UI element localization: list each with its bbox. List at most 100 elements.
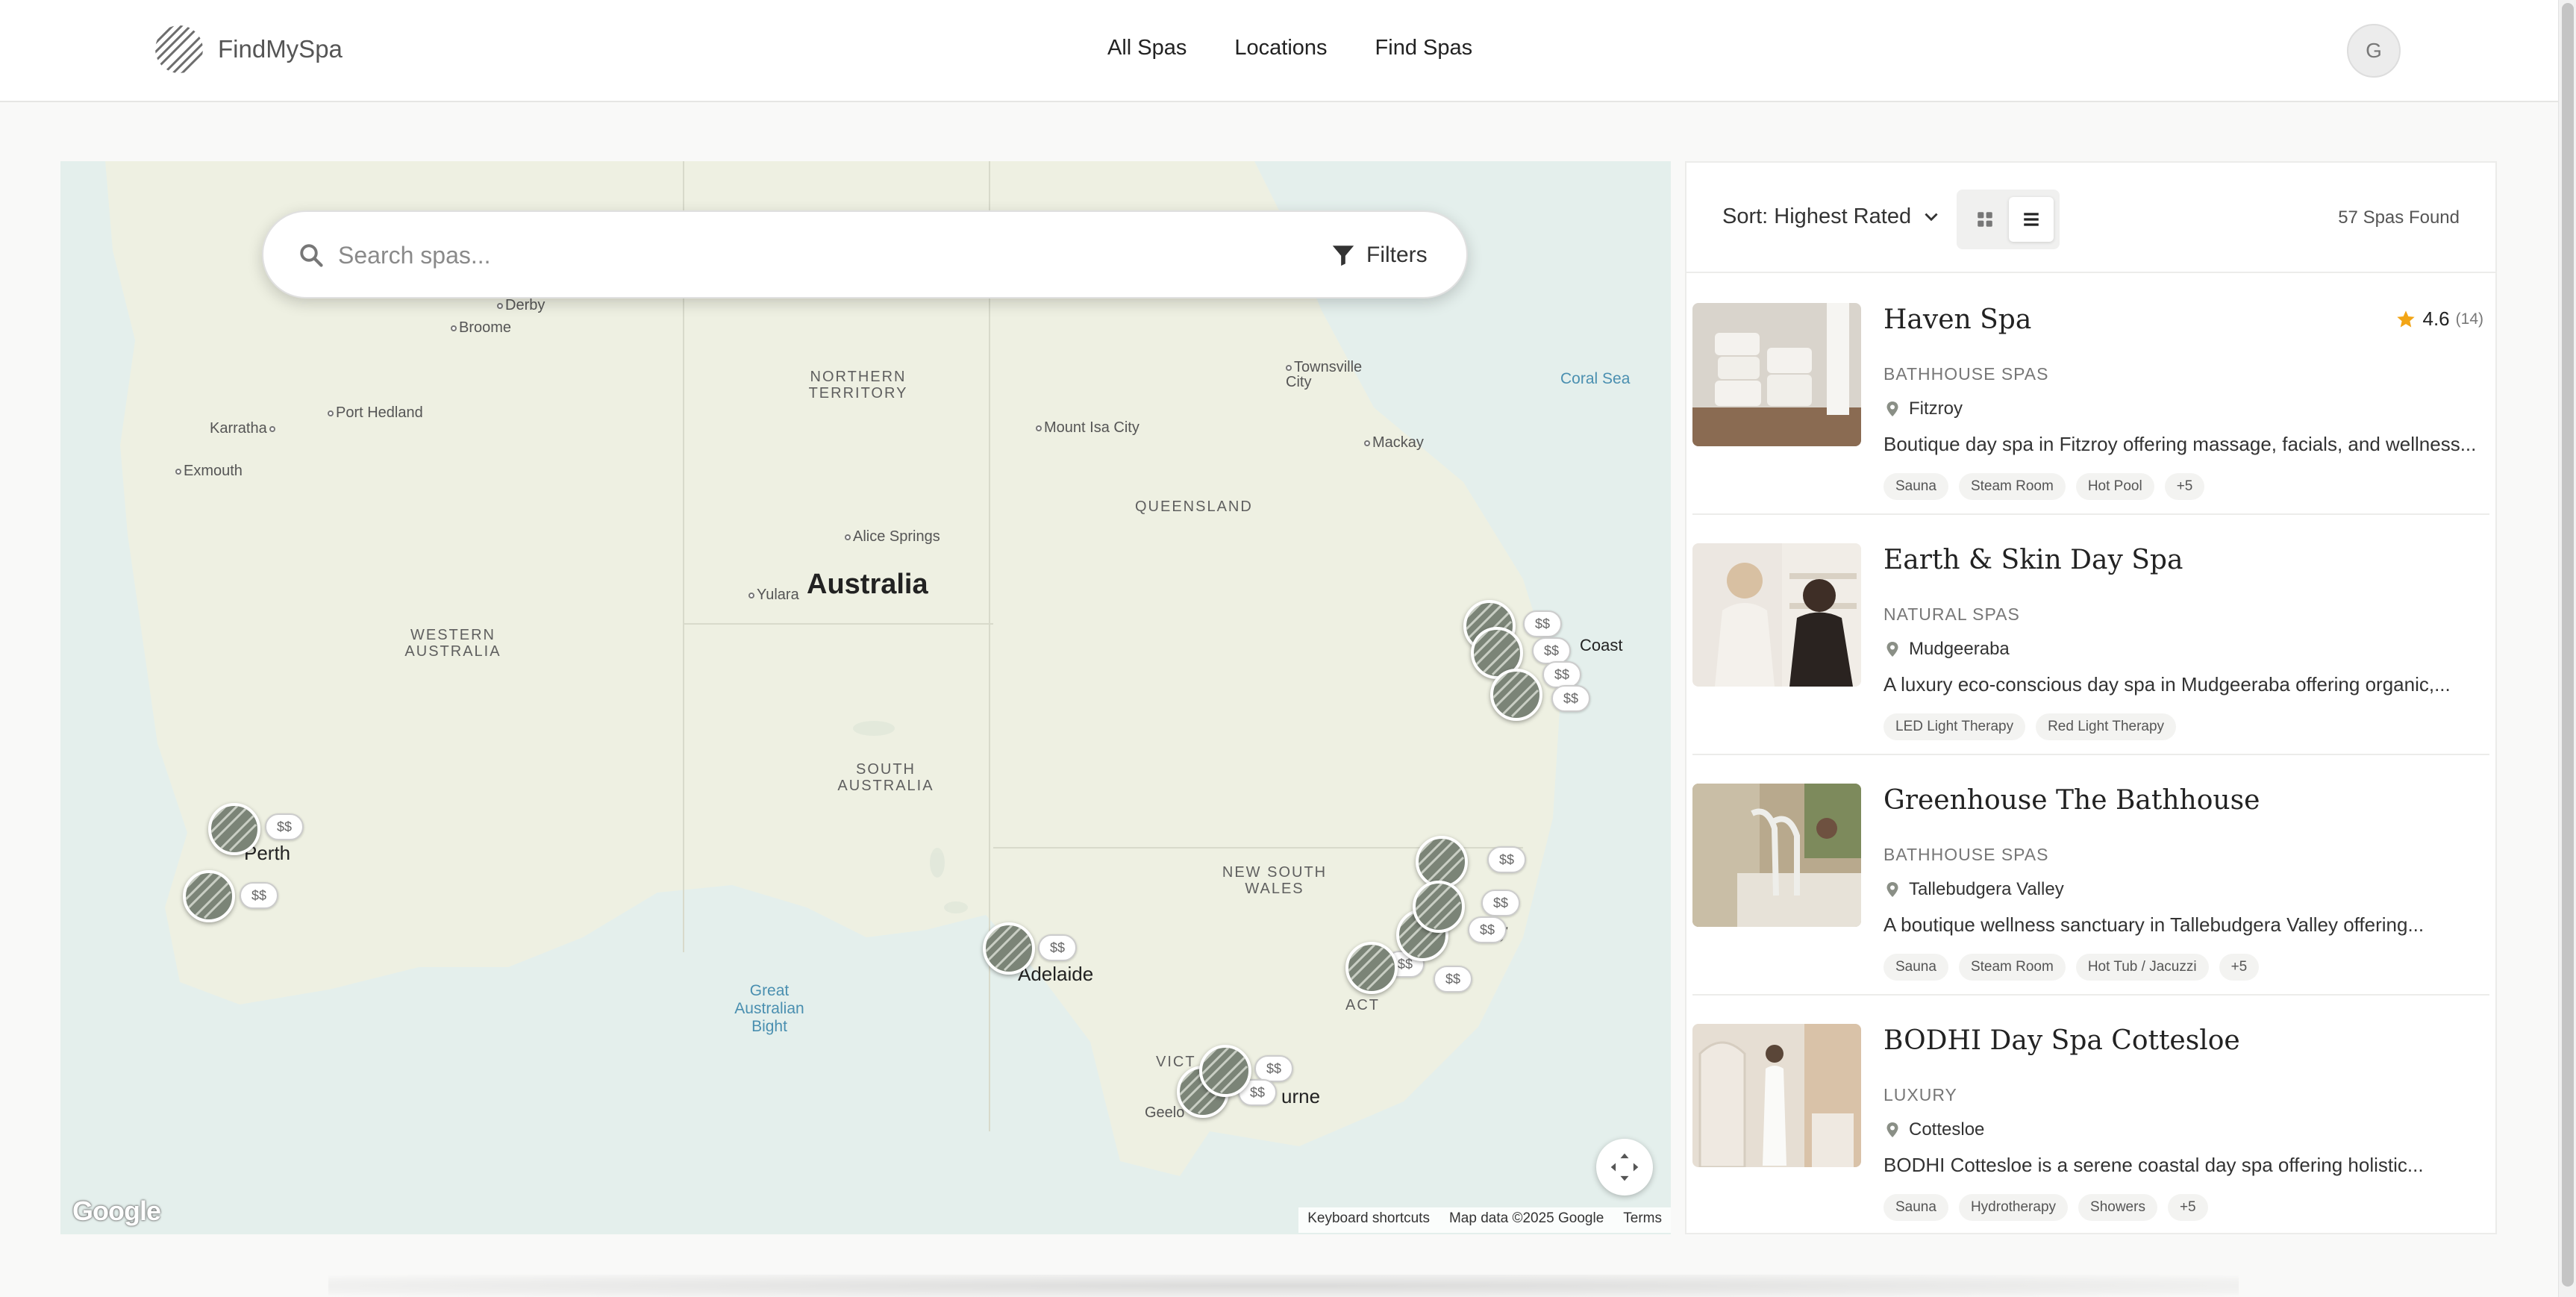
top-header: FindMySpa All Spas Locations Find Spas G	[0, 0, 2558, 102]
city-alice-springs: Alice Springs	[845, 528, 940, 546]
amenity-tag: Hydrotherapy	[1958, 1194, 2069, 1221]
spa-description: BODHI Cottesloe is a serene coastal day …	[1883, 1154, 2424, 1176]
google-logo[interactable]: Google	[72, 1196, 161, 1227]
user-avatar[interactable]: G	[2347, 24, 2401, 78]
price-label[interactable]: $$	[1468, 916, 1507, 943]
spa-description: A boutique wellness sanctuary in Tallebu…	[1883, 913, 2425, 936]
spa-location: Tallebudgera Valley	[1883, 879, 2064, 900]
location-pin-icon	[1886, 401, 1898, 416]
amenity-tags: Sauna Hydrotherapy Showers +5	[1883, 1194, 2208, 1221]
price-label[interactable]: $$	[1434, 966, 1473, 993]
spa-title[interactable]: BODHI Day Spa Cottesloe	[1883, 1025, 2240, 1056]
amenity-tag: Steam Room	[1958, 954, 2066, 981]
spa-card[interactable]: BODHI Day Spa Cottesloe LUXURY Cottesloe…	[1692, 996, 2489, 1236]
recenter-map-button[interactable]	[1596, 1139, 1653, 1196]
filter-icon	[1332, 246, 1354, 266]
amenity-tags: Sauna Steam Room Hot Tub / Jacuzzi +5	[1883, 954, 2260, 981]
spa-description: A luxury eco-conscious day spa in Mudgee…	[1883, 673, 2451, 696]
price-label[interactable]: $$	[1038, 934, 1078, 961]
spa-card[interactable]: Haven Spa 4.6 (14) BATHHOUSE SPAS Fitzro…	[1692, 275, 2489, 515]
chevron-down-icon	[1925, 213, 1938, 221]
location-name: Fitzroy	[1909, 399, 1963, 419]
australia-land-shape	[60, 161, 1560, 1176]
amenity-tag: Showers	[2078, 1194, 2157, 1221]
price-label[interactable]: $$	[1523, 610, 1563, 637]
price-label[interactable]: $$	[1254, 1055, 1294, 1082]
star-icon	[2397, 310, 2416, 327]
scrollbar-thumb[interactable]	[2562, 3, 2574, 1287]
amenity-tag: Red Light Therapy	[2036, 713, 2177, 740]
spa-category: LUXURY	[1883, 1085, 1957, 1104]
spa-marker[interactable]	[1413, 881, 1465, 933]
spa-location: Cottesloe	[1883, 1119, 1984, 1140]
logo-icon	[155, 25, 203, 73]
city-derby: Derby	[497, 297, 545, 314]
price-label[interactable]: $$	[1532, 637, 1572, 664]
region-act: ACT	[1345, 997, 1380, 1013]
list-view-button[interactable]	[2009, 197, 2054, 242]
spa-category: BATHHOUSE SPAS	[1883, 364, 2049, 384]
keyboard-shortcuts-link[interactable]: Keyboard shortcuts	[1307, 1210, 1430, 1230]
filters-button[interactable]: Filters	[1331, 234, 1428, 276]
sort-dropdown[interactable]: Sort: Highest Rated	[1722, 204, 1941, 229]
region-south-australia: SOUTH AUSTRALIA	[837, 761, 934, 794]
price-label[interactable]: $$	[1481, 890, 1521, 916]
map-attribution: Keyboard shortcuts Map data ©2025 Google…	[1298, 1207, 1671, 1233]
spa-title[interactable]: Haven Spa	[1883, 304, 2031, 335]
footer-shadow	[328, 1275, 2239, 1297]
city-geelong: Geelo	[1145, 1104, 1185, 1121]
brand-logo[interactable]: FindMySpa	[155, 25, 343, 73]
more-tags-badge[interactable]: +5	[2164, 473, 2205, 500]
spa-marker[interactable]	[1199, 1045, 1251, 1097]
spa-marker[interactable]	[208, 803, 260, 855]
nav-all-spas[interactable]: All Spas	[1107, 36, 1187, 60]
map-data-credit: Map data ©2025 Google	[1448, 1210, 1604, 1226]
grid-view-button[interactable]	[1963, 197, 2007, 242]
spa-location: Mudgeeraba	[1883, 639, 2010, 660]
location-pin-icon	[1886, 642, 1898, 657]
location-name: Cottesloe	[1909, 1119, 1985, 1140]
spa-marker[interactable]	[183, 870, 235, 922]
location-name: Mudgeeraba	[1909, 639, 2010, 659]
spa-marker[interactable]	[1345, 942, 1398, 994]
more-tags-badge[interactable]: +5	[2167, 1194, 2208, 1221]
city-karratha: Karratha	[210, 420, 278, 437]
brand-name: FindMySpa	[218, 35, 343, 63]
water-coral-sea: Coral Sea	[1560, 370, 1631, 387]
price-label[interactable]: $$	[1487, 846, 1527, 873]
more-tags-badge[interactable]: +5	[2219, 954, 2260, 981]
city-yulara: Yulara	[748, 587, 799, 604]
nav-locations[interactable]: Locations	[1234, 36, 1327, 60]
price-label[interactable]: $$	[265, 813, 304, 840]
city-adelaide: Adelaide	[1018, 963, 1094, 985]
price-label[interactable]: $$	[1551, 685, 1591, 712]
amenity-tags: LED Light Therapy Red Light Therapy	[1883, 713, 2177, 740]
spa-photo	[1692, 784, 1861, 927]
filters-label: Filters	[1366, 243, 1428, 267]
terms-link[interactable]: Terms	[1623, 1210, 1662, 1230]
review-count: (14)	[2455, 310, 2483, 328]
search-input[interactable]	[338, 234, 1234, 276]
main-nav: All Spas Locations Find Spas	[1107, 36, 1472, 60]
map-view[interactable]: Derby Broome Port Hedland Karratha Exmou…	[60, 161, 1671, 1234]
nav-find-spas[interactable]: Find Spas	[1375, 36, 1473, 60]
city-broome: Broome	[451, 319, 511, 337]
search-icon	[300, 244, 323, 267]
region-northern-territory: NORTHERN TERRITORY	[808, 369, 908, 401]
view-toggle	[1957, 190, 2060, 249]
city-exmouth: Exmouth	[175, 463, 243, 480]
spa-card[interactable]: Earth & Skin Day Spa NATURAL SPAS Mudgee…	[1692, 515, 2489, 755]
spa-title[interactable]: Earth & Skin Day Spa	[1883, 545, 2183, 575]
list-icon	[2024, 213, 2039, 226]
price-label[interactable]: $$	[240, 882, 279, 909]
page-scrollbar[interactable]	[2558, 0, 2576, 1297]
amenity-tag: Steam Room	[1958, 473, 2066, 500]
spa-marker[interactable]	[1490, 669, 1542, 721]
spa-title[interactable]: Greenhouse The Bathhouse	[1883, 785, 2260, 816]
spa-marker[interactable]	[983, 922, 1035, 975]
city-port-hedland: Port Hedland	[328, 404, 423, 422]
price-label[interactable]: $$	[1542, 661, 1582, 688]
results-panel: Sort: Highest Rated 57 Spas Found Haven …	[1685, 161, 2497, 1234]
spa-photo	[1692, 543, 1861, 687]
spa-card[interactable]: Greenhouse The Bathhouse BATHHOUSE SPAS …	[1692, 755, 2489, 996]
